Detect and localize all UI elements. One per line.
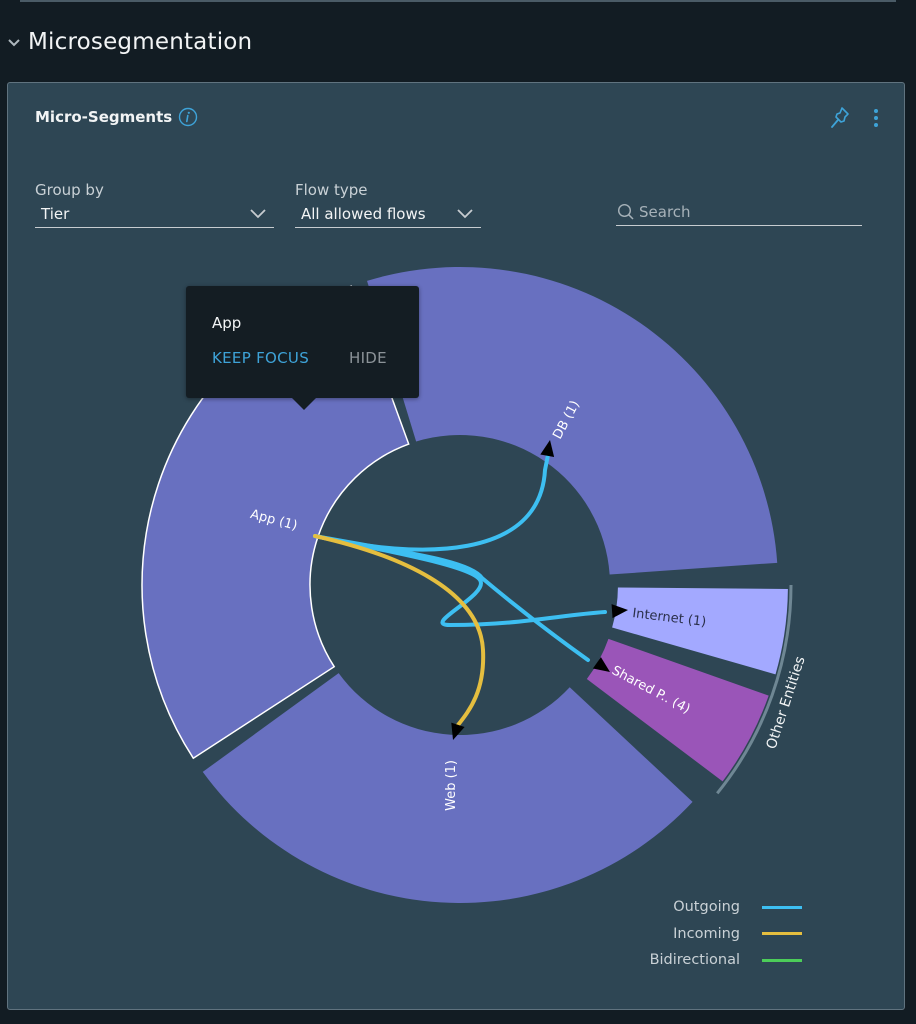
- legend: Outgoing Incoming Bidirectional: [600, 894, 810, 974]
- legend-swatch-bidirectional: [762, 958, 802, 962]
- legend-label: Outgoing: [673, 899, 740, 916]
- flow-app-to-shared[interactable]: [313, 534, 590, 662]
- micro-segments-chart: DB (1)Internet (1)Shared P.. (4)Web (1)A…: [141, 267, 809, 904]
- legend-label: Incoming: [673, 925, 740, 942]
- legend-item-incoming: Incoming: [600, 921, 810, 948]
- keep-focus-button[interactable]: KEEP FOCUS: [212, 349, 309, 367]
- legend-swatch-outgoing: [762, 905, 802, 909]
- hide-button[interactable]: HIDE: [349, 349, 387, 367]
- segment-tooltip: App KEEP FOCUS HIDE: [186, 286, 419, 410]
- tooltip-title: App: [212, 314, 242, 332]
- legend-swatch-incoming: [762, 932, 802, 936]
- legend-item-outgoing: Outgoing: [600, 894, 810, 921]
- legend-item-bidirectional: Bidirectional: [600, 947, 810, 974]
- legend-label: Bidirectional: [649, 952, 740, 969]
- segment-label-web: Web (1): [444, 760, 459, 811]
